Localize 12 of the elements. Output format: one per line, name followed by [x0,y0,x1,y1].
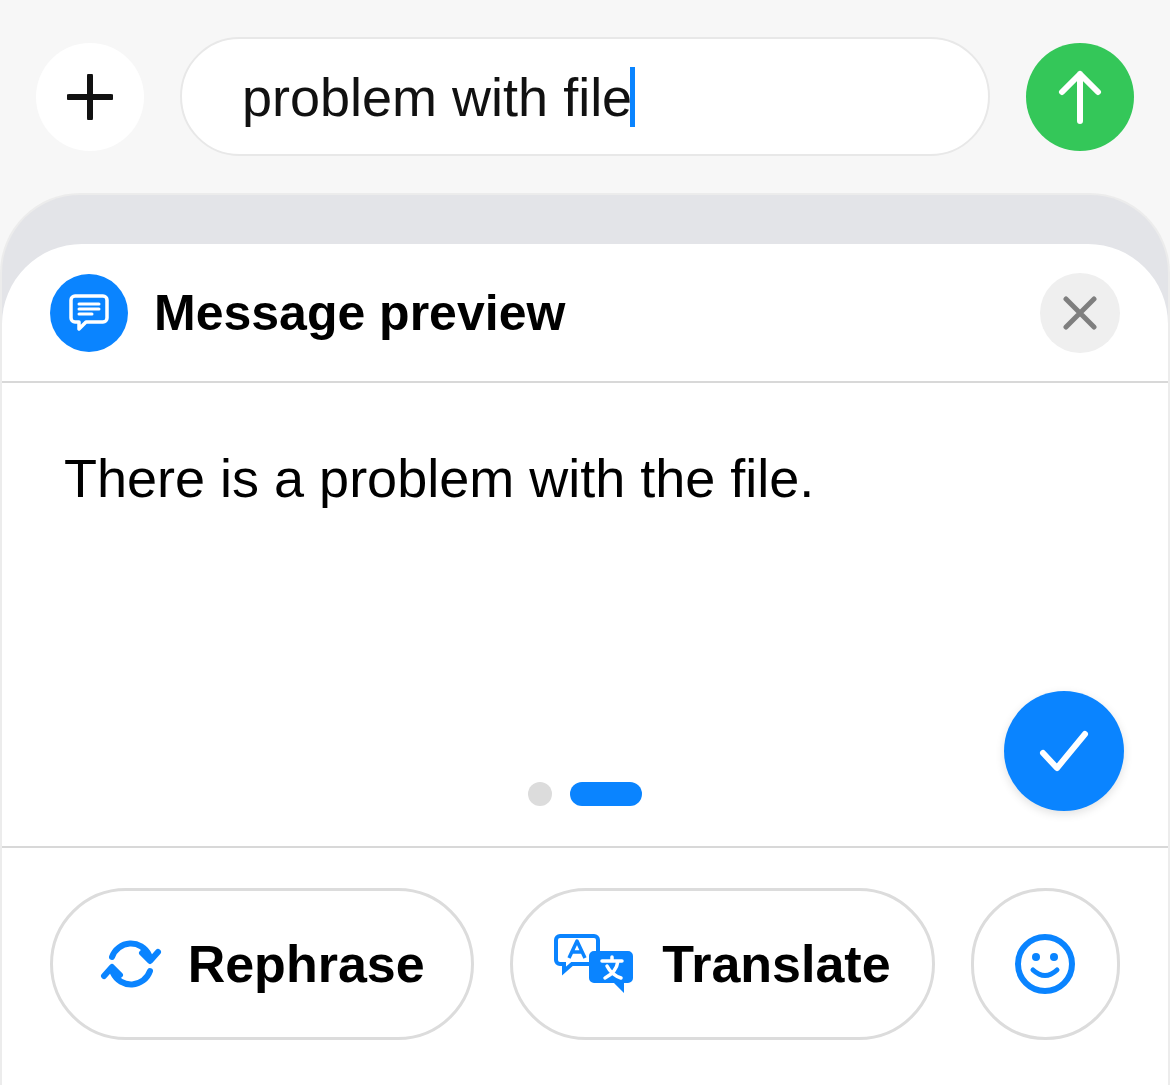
smiley-icon [1014,933,1077,995]
translate-button[interactable]: Translate [510,888,935,1040]
arrow-up-icon [1058,68,1102,125]
message-input-field[interactable]: problem with file [180,37,990,156]
sheet-title: Message preview [154,283,567,342]
close-icon [1063,295,1097,330]
text-cursor [630,66,636,127]
message-text: There is a problem with the file. [64,447,815,509]
plus-icon [67,73,113,120]
rephrase-button[interactable]: Rephrase [50,888,475,1040]
page-indicator[interactable] [570,782,642,806]
checkmark-icon [1039,730,1089,772]
